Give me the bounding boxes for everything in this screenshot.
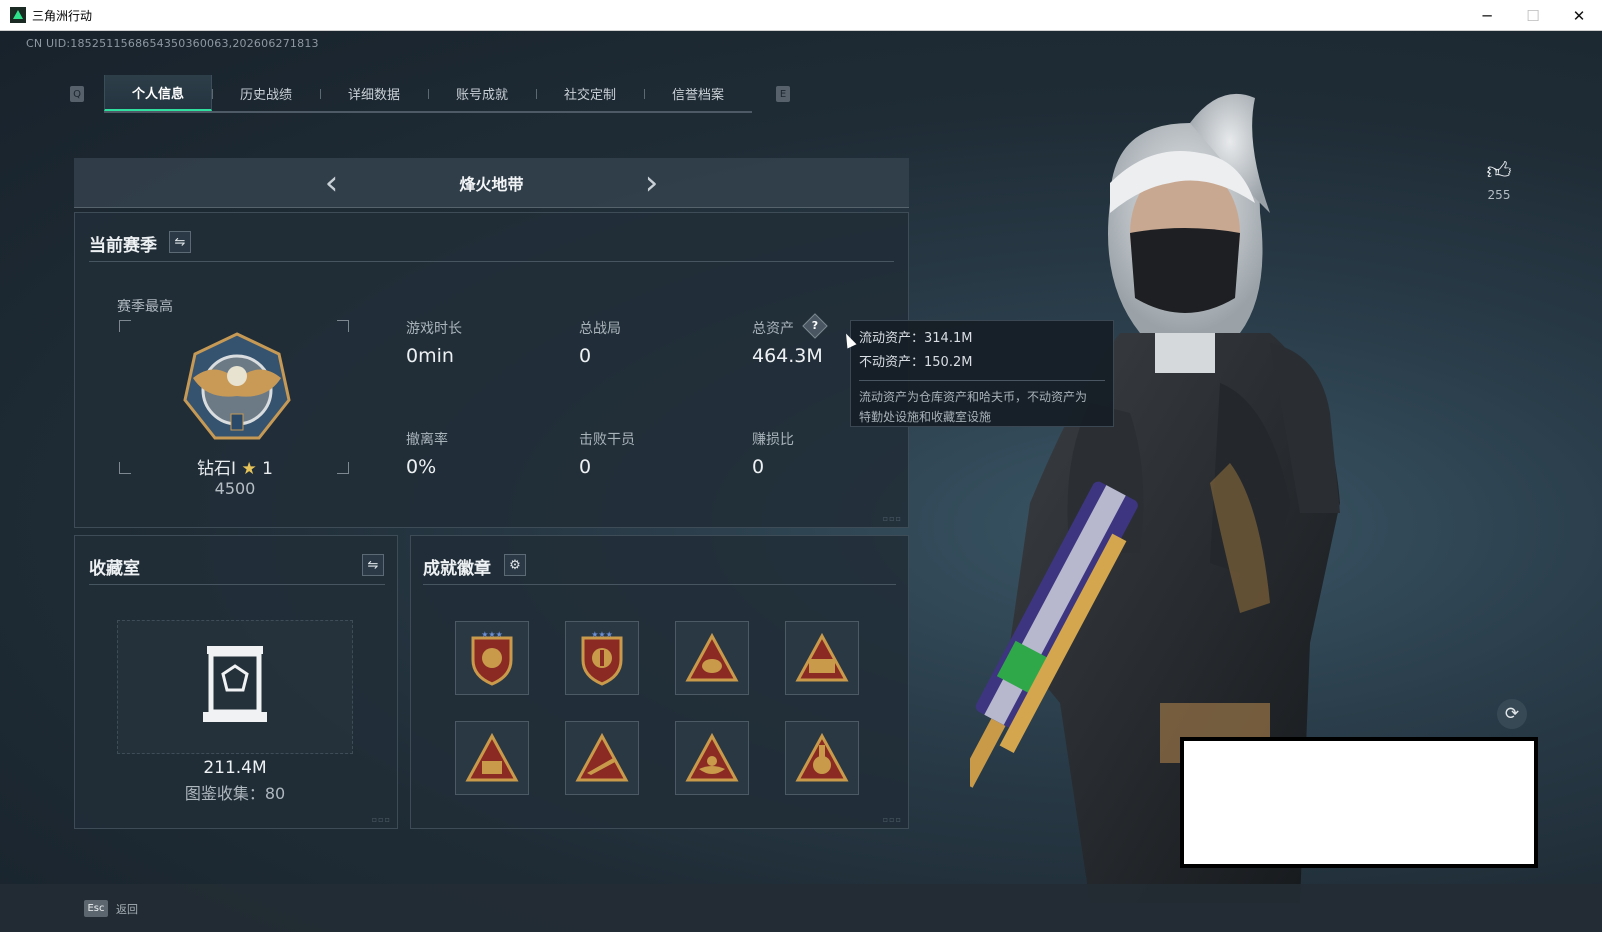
assets-tooltip: 流动资产：314.1M 不动资产：150.2M 流动资产为仓库资产和哈夫币，不动…	[850, 320, 1114, 427]
window-titlebar: 三角洲行动 ─ ☐ ✕	[0, 0, 1602, 31]
collection-title: 收藏室	[89, 559, 140, 579]
panel-decoration: ▫▫▫	[371, 815, 391, 824]
achievement-badge[interactable]	[675, 621, 749, 695]
back-label[interactable]: 返回	[116, 901, 138, 917]
diamond-rank-icon	[183, 332, 291, 440]
tab-credit-record[interactable]: 信誉档案	[644, 75, 752, 111]
profile-tabs: Q 个人信息 历史战绩 详细数据 账号成就 社交定制 信誉档案 E	[70, 75, 790, 113]
chevron-right-icon[interactable]: ›	[632, 158, 672, 208]
stat-matches-value: 0	[579, 345, 592, 367]
rank-name-text: 钻石Ⅰ	[197, 459, 237, 479]
stat-assets-label: 总资产	[752, 321, 794, 337]
like-widget[interactable]: 👍︎ 255	[1474, 156, 1524, 202]
tab-personal-info[interactable]: 个人信息	[104, 75, 212, 111]
achievement-badge[interactable]: ★★★	[455, 621, 529, 695]
collection-divider	[89, 584, 385, 585]
tooltip-desc-line2: 特勤处设施和收藏室设施	[859, 410, 992, 424]
minimize-button[interactable]: ─	[1464, 0, 1510, 31]
stat-assets-value: 464.3M	[752, 345, 823, 367]
collection-value: 211.4M	[203, 758, 267, 778]
rank-score: 4500	[214, 479, 256, 498]
game-viewport: CN UID:1852511568654350360063,2026062718…	[0, 31, 1602, 932]
refresh-icon[interactable]: ⟳	[1497, 699, 1527, 729]
window-controls: ─ ☐ ✕	[1464, 0, 1602, 31]
achievement-title: 成就徽章	[423, 559, 491, 579]
like-count: 255	[1487, 188, 1511, 202]
achievement-badge[interactable]	[565, 721, 639, 795]
stat-profit-ratio-value: 0	[752, 456, 765, 478]
stat-playtime-value: 0min	[406, 345, 454, 367]
season-best-label: 赛季最高	[117, 299, 173, 315]
user-uid: CN UID:1852511568654350360063,2026062718…	[26, 37, 319, 50]
close-button[interactable]: ✕	[1556, 0, 1602, 31]
rank-stars-count: 1	[262, 459, 273, 479]
achievement-panel: 成就徽章 ⚙ ★★★ ★★★ ▫▫▫	[410, 535, 909, 829]
achievement-divider	[423, 584, 896, 585]
thumbs-up-icon[interactable]: 👍︎	[1474, 156, 1524, 186]
stat-playtime-label: 游戏时长	[406, 321, 462, 337]
prev-tab-key-hint[interactable]: Q	[70, 86, 84, 102]
frame-corner	[337, 462, 349, 474]
tooltip-fixed-assets: 不动资产：150.2M	[859, 355, 973, 370]
esc-key-hint[interactable]: Esc	[84, 900, 108, 917]
stat-extract-rate-label: 撤离率	[406, 432, 448, 448]
tooltip-divider	[859, 380, 1105, 381]
stat-extract-rate-value: 0%	[406, 456, 437, 478]
achievement-badge[interactable]	[455, 721, 529, 795]
triangle-badge-icon	[795, 733, 849, 782]
stat-kills-label: 击败干员	[579, 432, 635, 448]
frame-corner	[119, 462, 131, 474]
tab-achievements[interactable]: 账号成就	[428, 75, 536, 111]
mode-name: 烽火地带	[459, 174, 524, 194]
mode-selector: ‹ 烽火地带 ›	[74, 158, 909, 208]
tab-match-history[interactable]: 历史战绩	[212, 75, 320, 111]
swap-icon[interactable]: ⇋	[169, 231, 191, 253]
stat-profit-ratio-label: 赚损比	[752, 432, 794, 448]
shield-badge-icon: ★★★	[581, 630, 623, 686]
achievement-badge[interactable]: ★★★	[565, 621, 639, 695]
shield-badge-icon: ★★★	[471, 630, 513, 686]
redacted-overlay	[1180, 737, 1538, 868]
tooltip-liquid-assets: 流动资产：314.1M	[859, 331, 973, 346]
season-title: 当前赛季	[89, 236, 157, 256]
achievement-badge[interactable]	[785, 621, 859, 695]
vault-icon	[203, 646, 267, 722]
help-icon[interactable]: ?	[802, 313, 828, 339]
star-icon: ★	[241, 459, 257, 479]
triangle-badge-icon	[685, 733, 739, 782]
tab-social-custom[interactable]: 社交定制	[536, 75, 644, 111]
frame-corner	[119, 320, 131, 332]
footer-bar: Esc 返回	[0, 884, 1602, 932]
app-logo-icon	[10, 7, 26, 23]
svg-text:★★★: ★★★	[481, 630, 503, 639]
season-divider	[89, 261, 894, 262]
stat-matches-label: 总战局	[579, 321, 621, 337]
achievement-badge[interactable]	[675, 721, 749, 795]
tooltip-desc-line1: 流动资产为仓库资产和哈夫币，不动资产为	[859, 390, 1088, 404]
triangle-badge-icon	[575, 733, 629, 782]
chevron-left-icon[interactable]: ‹	[312, 158, 352, 208]
swap-icon[interactable]: ⇋	[362, 554, 384, 576]
rank-name: 钻石Ⅰ ★ 1	[135, 454, 335, 479]
triangle-badge-icon	[685, 633, 739, 682]
svg-text:★★★: ★★★	[591, 630, 613, 639]
gear-icon[interactable]: ⚙	[504, 554, 526, 576]
panel-decoration: ▫▫▫	[882, 815, 902, 824]
window-title: 三角洲行动	[32, 8, 93, 23]
tab-detailed-data[interactable]: 详细数据	[320, 75, 428, 111]
stat-kills-value: 0	[579, 456, 592, 478]
frame-corner	[337, 320, 349, 332]
next-tab-key-hint[interactable]: E	[776, 86, 790, 102]
achievement-badge[interactable]	[785, 721, 859, 795]
collection-panel: 收藏室 ⇋ 211.4M 图鉴收集：80 ▫▫▫	[74, 535, 398, 829]
season-panel: 当前赛季 ⇋ 赛季最高 钻石Ⅰ ★ 1 4500 游戏时长 0min 总战局 0…	[74, 212, 909, 528]
collection-count: 图鉴收集：80	[184, 784, 286, 803]
triangle-badge-icon	[465, 733, 519, 782]
triangle-badge-icon	[795, 633, 849, 682]
help-glyph: ?	[811, 319, 819, 332]
maximize-button[interactable]: ☐	[1510, 0, 1556, 31]
panel-decoration: ▫▫▫	[882, 514, 902, 523]
tab-row: 个人信息 历史战绩 详细数据 账号成就 社交定制 信誉档案	[104, 75, 752, 113]
